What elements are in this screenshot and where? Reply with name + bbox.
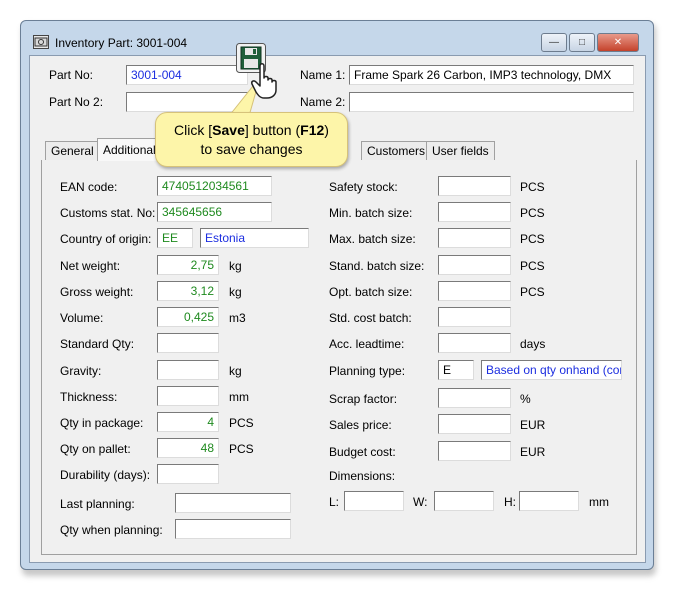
min-batch-label: Min. batch size: xyxy=(329,206,413,220)
last-planning-field[interactable] xyxy=(175,493,291,513)
safety-stock-unit: PCS xyxy=(520,180,545,194)
std-cost-batch-label: Std. cost batch: xyxy=(329,311,412,325)
qty-on-pallet-label: Qty on pallet: xyxy=(60,442,131,456)
net-weight-unit: kg xyxy=(229,259,242,273)
min-batch-field[interactable] xyxy=(438,202,511,222)
part-no-field[interactable]: 3001-004 xyxy=(126,65,248,85)
min-batch-unit: PCS xyxy=(520,206,545,220)
scrap-factor-label: Scrap factor: xyxy=(329,392,398,406)
country-label: Country of origin: xyxy=(60,232,152,246)
standard-qty-field[interactable] xyxy=(157,333,219,353)
opt-batch-field[interactable] xyxy=(438,281,511,301)
volume-unit: m3 xyxy=(229,311,246,325)
volume-label: Volume: xyxy=(60,311,104,325)
thickness-label: Thickness: xyxy=(60,390,118,404)
budget-cost-unit: EUR xyxy=(520,445,546,459)
callout-line1: Click [Save] button (F12) xyxy=(174,122,329,138)
part-no2-label: Part No 2: xyxy=(49,95,104,109)
dim-h-label: H: xyxy=(504,495,516,509)
thickness-unit: mm xyxy=(229,390,249,404)
close-button[interactable]: ✕ xyxy=(597,33,639,52)
acc-leadtime-unit: days xyxy=(520,337,546,351)
inventory-part-icon xyxy=(33,35,49,49)
qty-in-package-label: Qty in package: xyxy=(60,416,144,430)
country-name-field[interactable]: Estonia xyxy=(200,228,309,248)
customs-label: Customs stat. No: xyxy=(60,206,156,220)
planning-type-label: Planning type: xyxy=(329,364,406,378)
gravity-field[interactable] xyxy=(157,360,219,380)
name1-field[interactable]: Frame Spark 26 Carbon, IMP3 technology, … xyxy=(349,65,634,85)
name2-label: Name 2: xyxy=(300,95,346,109)
durability-field[interactable] xyxy=(157,464,219,484)
dimensions-label: Dimensions: xyxy=(329,469,396,483)
dim-w-field[interactable] xyxy=(434,491,494,511)
dim-w-label: W: xyxy=(413,495,428,509)
planning-type-desc-field[interactable]: Based on qty onhand (cor xyxy=(481,360,622,380)
customs-field[interactable]: 345645656 xyxy=(157,202,272,222)
stand-batch-label: Stand. batch size: xyxy=(329,259,425,273)
tab-customers[interactable]: Customers xyxy=(361,141,432,160)
qty-on-pallet-field[interactable]: 48 xyxy=(157,438,219,458)
qty-when-planning-field[interactable] xyxy=(175,519,291,539)
budget-cost-label: Budget cost: xyxy=(329,445,396,459)
net-weight-field[interactable]: 2,75 xyxy=(157,255,219,275)
gross-weight-unit: kg xyxy=(229,285,242,299)
tab-general[interactable]: General xyxy=(45,141,100,160)
gravity-unit: kg xyxy=(229,364,242,378)
max-batch-unit: PCS xyxy=(520,232,545,246)
scrap-factor-unit: % xyxy=(520,392,531,406)
tab-user-fields[interactable]: User fields xyxy=(426,141,495,160)
net-weight-label: Net weight: xyxy=(60,259,121,273)
dimensions-unit: mm xyxy=(589,495,609,509)
scrap-factor-field[interactable] xyxy=(438,388,511,408)
planning-type-code-field[interactable]: E xyxy=(438,360,474,380)
stand-batch-field[interactable] xyxy=(438,255,511,275)
dim-l-field[interactable] xyxy=(344,491,404,511)
window-title: Inventory Part: 3001-004 xyxy=(55,36,188,50)
last-planning-label: Last planning: xyxy=(60,497,135,511)
max-batch-label: Max. batch size: xyxy=(329,232,416,246)
dim-l-label: L: xyxy=(329,495,340,509)
opt-batch-label: Opt. batch size: xyxy=(329,285,413,299)
budget-cost-field[interactable] xyxy=(438,441,511,461)
opt-batch-unit: PCS xyxy=(520,285,545,299)
sales-price-field[interactable] xyxy=(438,414,511,434)
qty-when-planning-label: Qty when planning: xyxy=(60,523,163,537)
sales-price-unit: EUR xyxy=(520,418,546,432)
acc-leadtime-label: Acc. leadtime: xyxy=(329,337,405,351)
ean-field[interactable]: 4740512034561 xyxy=(157,176,272,196)
std-cost-batch-field[interactable] xyxy=(438,307,511,327)
minimize-button[interactable]: — xyxy=(541,33,567,52)
name2-field[interactable] xyxy=(349,92,634,112)
gross-weight-field[interactable]: 3,12 xyxy=(157,281,219,301)
volume-field[interactable]: 0,425 xyxy=(157,307,219,327)
qty-in-package-unit: PCS xyxy=(229,416,254,430)
tab-additional[interactable]: Additional xyxy=(97,138,159,161)
sales-price-label: Sales price: xyxy=(329,418,392,432)
qty-on-pallet-unit: PCS xyxy=(229,442,254,456)
standard-qty-label: Standard Qty: xyxy=(60,337,135,351)
gravity-label: Gravity: xyxy=(60,364,102,378)
dim-h-field[interactable] xyxy=(519,491,579,511)
part-no-label: Part No: xyxy=(49,68,94,82)
gross-weight-label: Gross weight: xyxy=(60,285,134,299)
max-batch-field[interactable] xyxy=(438,228,511,248)
stand-batch-unit: PCS xyxy=(520,259,545,273)
callout-line2: to save changes xyxy=(200,141,303,157)
qty-in-package-field[interactable]: 4 xyxy=(157,412,219,432)
acc-leadtime-field[interactable] xyxy=(438,333,511,353)
durability-label: Durability (days): xyxy=(60,468,151,482)
safety-stock-label: Safety stock: xyxy=(329,180,398,194)
country-code-field[interactable]: EE xyxy=(157,228,193,248)
thickness-field[interactable] xyxy=(157,386,219,406)
ean-label: EAN code: xyxy=(60,180,118,194)
safety-stock-field[interactable] xyxy=(438,176,511,196)
maximize-button[interactable]: □ xyxy=(569,33,595,52)
hand-pointer-icon xyxy=(250,62,286,100)
save-tooltip-callout: Click [Save] button (F12) to save change… xyxy=(155,112,348,167)
name1-label: Name 1: xyxy=(300,68,346,82)
